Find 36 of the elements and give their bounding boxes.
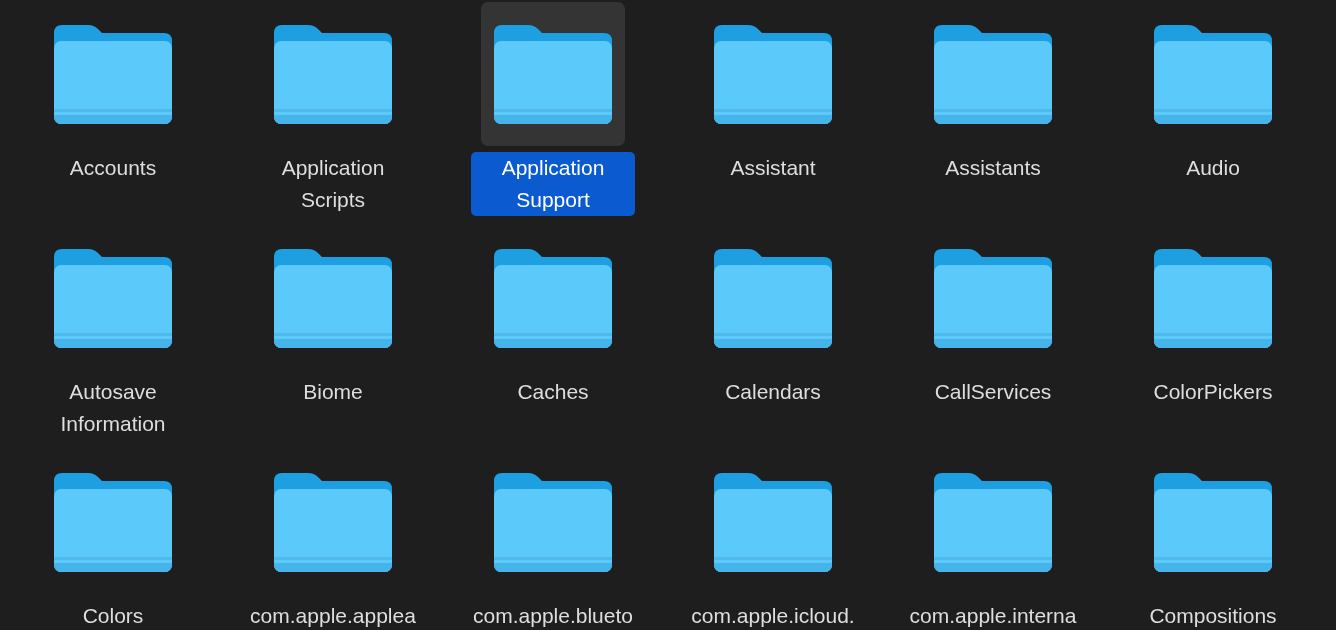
folder-label[interactable]: Caches [510, 376, 596, 408]
folder-label[interactable]: Application Scripts [251, 152, 415, 216]
folder-icon[interactable] [1154, 248, 1272, 348]
folder-label[interactable]: ColorPickers [1146, 376, 1280, 408]
folder-icon[interactable] [714, 248, 832, 348]
folder-label[interactable]: Accounts [62, 152, 164, 184]
folder-icon[interactable] [54, 472, 172, 572]
folder-label[interactable]: com.apple.blueto [466, 600, 640, 630]
folder-label[interactable]: com.apple.icloud. [684, 600, 862, 630]
folder-icon[interactable] [274, 472, 392, 572]
folder-icon[interactable] [934, 472, 1052, 572]
folder-icon[interactable] [494, 472, 612, 572]
folder-icon[interactable] [494, 248, 612, 348]
folder-label[interactable]: com.apple.applea [243, 600, 423, 630]
folder-icon[interactable] [934, 24, 1052, 124]
folder-label[interactable]: Biome [296, 376, 370, 408]
folder-label[interactable]: Autosave Information [31, 376, 195, 440]
folder-icon[interactable] [714, 24, 832, 124]
folder-icon[interactable] [1154, 24, 1272, 124]
folder-label[interactable]: Assistants [938, 152, 1048, 184]
folder-label[interactable]: Audio [1179, 152, 1247, 184]
folder-label[interactable]: com.apple.interna [902, 600, 1084, 630]
folder-icon[interactable] [274, 248, 392, 348]
folder-icon[interactable] [54, 248, 172, 348]
folder-icon[interactable] [934, 248, 1052, 348]
folder-label[interactable]: Compositions [1142, 600, 1284, 630]
folder-label[interactable]: CallServices [927, 376, 1059, 408]
folder-label[interactable]: Application Support [471, 152, 635, 216]
folder-icon[interactable] [274, 24, 392, 124]
folder-label[interactable]: Assistant [723, 152, 823, 184]
folder-label[interactable]: Colors [75, 600, 151, 630]
folder-icon[interactable] [714, 472, 832, 572]
folder-icon[interactable] [1154, 472, 1272, 572]
folder-icon[interactable] [494, 24, 612, 124]
folder-icon[interactable] [54, 24, 172, 124]
folder-label[interactable]: Calendars [718, 376, 828, 408]
